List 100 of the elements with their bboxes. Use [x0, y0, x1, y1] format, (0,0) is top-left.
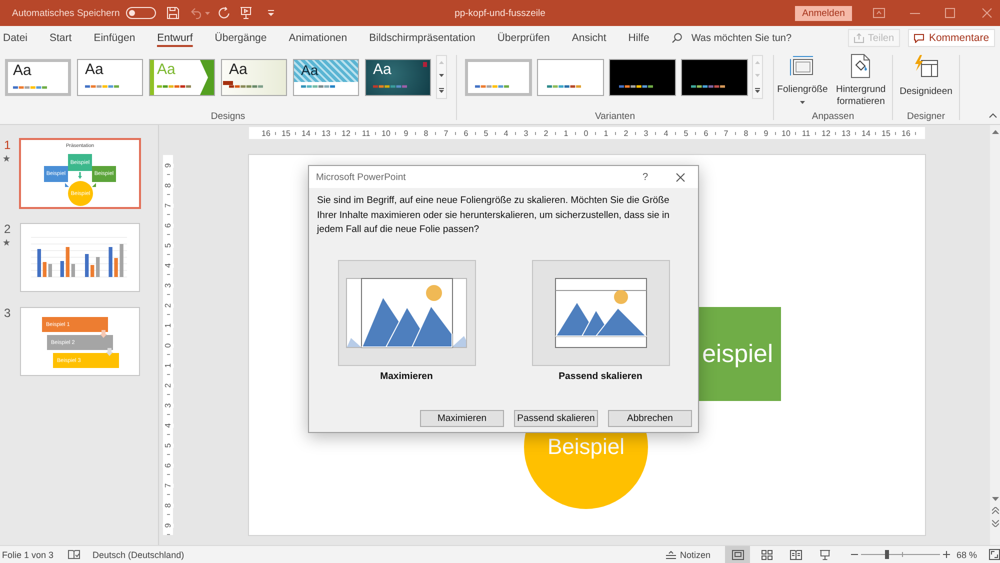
scroll-down-icon[interactable]	[439, 74, 444, 78]
format-background-button[interactable]: Hintergrund formatieren	[832, 54, 890, 108]
ribbon-tab[interactable]: Hilfe	[628, 26, 650, 50]
ruler-number: 3	[162, 402, 174, 408]
ruler-number: 1	[162, 322, 174, 328]
save-icon[interactable]	[166, 7, 179, 19]
help-button[interactable]: ?	[642, 172, 648, 182]
theme-thumbnail[interactable]: Aa	[221, 59, 287, 96]
ribbon-tab[interactable]: Ansicht	[572, 26, 606, 50]
palette-drawing	[547, 85, 581, 88]
scroll-up-icon[interactable]	[992, 130, 998, 134]
slide-number: 1	[3, 138, 11, 152]
maximize-option[interactable]	[338, 260, 476, 366]
variant-thumbnail[interactable]	[681, 59, 748, 96]
minimize-icon[interactable]	[910, 12, 920, 14]
comments-button[interactable]: Kommentare	[908, 29, 995, 47]
ribbon-tab[interactable]: Start	[50, 26, 72, 50]
share-icon	[854, 33, 864, 43]
ruler-number: 3	[162, 282, 174, 288]
mark-decoration-drawing	[423, 62, 427, 67]
slide-number: 3	[3, 306, 11, 320]
presentation-icon[interactable]	[240, 7, 252, 19]
chart-bar	[96, 257, 100, 277]
next-slide-icon[interactable]	[992, 520, 998, 527]
ruler-number: 11	[360, 128, 372, 138]
redo-icon[interactable]	[218, 7, 230, 19]
zoom-level-button[interactable]: 68 %	[956, 550, 977, 560]
chart-bar	[71, 264, 75, 277]
maximize-icon[interactable]	[945, 8, 955, 18]
ruler-number: 14	[860, 128, 872, 138]
zoom-in-icon[interactable]	[943, 551, 950, 558]
dialog-button[interactable]: Abbrechen	[608, 410, 692, 427]
group-label: Designs	[210, 111, 246, 122]
notes-icon	[666, 550, 676, 558]
scroll-down-icon[interactable]	[992, 497, 998, 501]
ruler-number: 10	[780, 128, 792, 138]
ruler-number: 9	[162, 162, 174, 168]
customize-caret-icon[interactable]	[268, 10, 274, 16]
search-field[interactable]: Was möchten Sie tun?	[691, 32, 800, 44]
arrow-icon	[92, 183, 96, 187]
ribbon-tab[interactable]: Einfügen	[94, 26, 136, 50]
normal-view-icon	[732, 550, 744, 560]
ruler-number: 12	[340, 128, 352, 138]
previous-slide-icon[interactable]	[992, 507, 998, 514]
dialog-title: Microsoft PowerPoint	[316, 172, 406, 182]
group-label: Designer	[906, 111, 946, 122]
chart-bar	[114, 258, 118, 277]
ribbon-display-options-icon[interactable]	[873, 8, 885, 18]
language-label[interactable]: Deutsch (Deutschland)	[92, 550, 184, 560]
ruler-number: 9	[762, 128, 770, 138]
chart-bar	[42, 262, 46, 277]
autosave-toggle[interactable]	[126, 7, 156, 19]
grid-icon	[760, 550, 773, 560]
ribbon-tab[interactable]: Überprüfen	[497, 26, 550, 50]
ruler-number: 7	[442, 128, 450, 138]
close-icon[interactable]	[676, 172, 685, 182]
search-icon[interactable]	[672, 33, 682, 43]
ruler-number: 2	[162, 382, 174, 388]
more-icon[interactable]	[755, 88, 760, 93]
ruler-number: 8	[162, 182, 174, 188]
ruler-number: 16	[260, 128, 272, 138]
more-icon[interactable]	[439, 88, 444, 93]
autosave-label: Automatisches Speichern	[12, 8, 120, 18]
sign-in-button[interactable]: Anmelden	[795, 6, 852, 20]
ribbon-tab[interactable]: Datei	[3, 26, 28, 50]
slide-counter: Folie 1 von 3	[2, 550, 54, 560]
variant-thumbnail[interactable]	[609, 59, 676, 96]
palette-drawing	[619, 85, 653, 88]
dialog-button[interactable]: Maximieren	[420, 410, 504, 427]
normal-view-button[interactable]	[725, 546, 750, 563]
dialog-button[interactable]: Passend skalieren	[514, 410, 598, 427]
ruler-number: 2	[542, 128, 550, 138]
ribbon-tab[interactable]: Animationen	[288, 26, 348, 50]
ribbon-tab[interactable]: Übergänge	[214, 26, 267, 50]
variant-thumbnail[interactable]	[465, 59, 532, 96]
ruler-number: 16	[900, 128, 912, 138]
arrow-icon	[65, 183, 69, 187]
ruler-number: 7	[162, 482, 174, 488]
ruler-number: 2	[622, 128, 630, 138]
notes-button[interactable]: Notizen	[666, 550, 710, 560]
spell-check-icon[interactable]	[68, 550, 80, 560]
group-label: Varianten	[595, 111, 635, 122]
fit-option[interactable]	[532, 260, 670, 366]
ruler-number: 4	[162, 262, 174, 268]
theme-thumbnail[interactable]: Aa	[365, 59, 431, 96]
collapse-ribbon-icon[interactable]	[989, 113, 997, 118]
variant-thumbnail[interactable]	[537, 59, 604, 96]
ruler-number: 11	[800, 128, 812, 138]
theme-thumbnail[interactable]: Aa	[5, 59, 71, 96]
caret-icon[interactable]	[800, 101, 805, 104]
slide-size-button[interactable]: Foliengröße	[776, 54, 829, 108]
ribbon-tab[interactable]: Bildschirmpräsentation	[369, 26, 476, 50]
chart-bar	[60, 261, 64, 277]
ruler-number: 8	[162, 502, 174, 508]
theme-thumbnail[interactable]: Aa	[77, 59, 143, 96]
ruler-number: 12	[820, 128, 832, 138]
option-label: Maximieren	[380, 371, 433, 383]
fit-to-window-icon[interactable]	[989, 549, 1000, 560]
chevron-decoration-drawing	[150, 60, 214, 95]
design-ideas-button[interactable]: Designideen	[898, 54, 954, 98]
